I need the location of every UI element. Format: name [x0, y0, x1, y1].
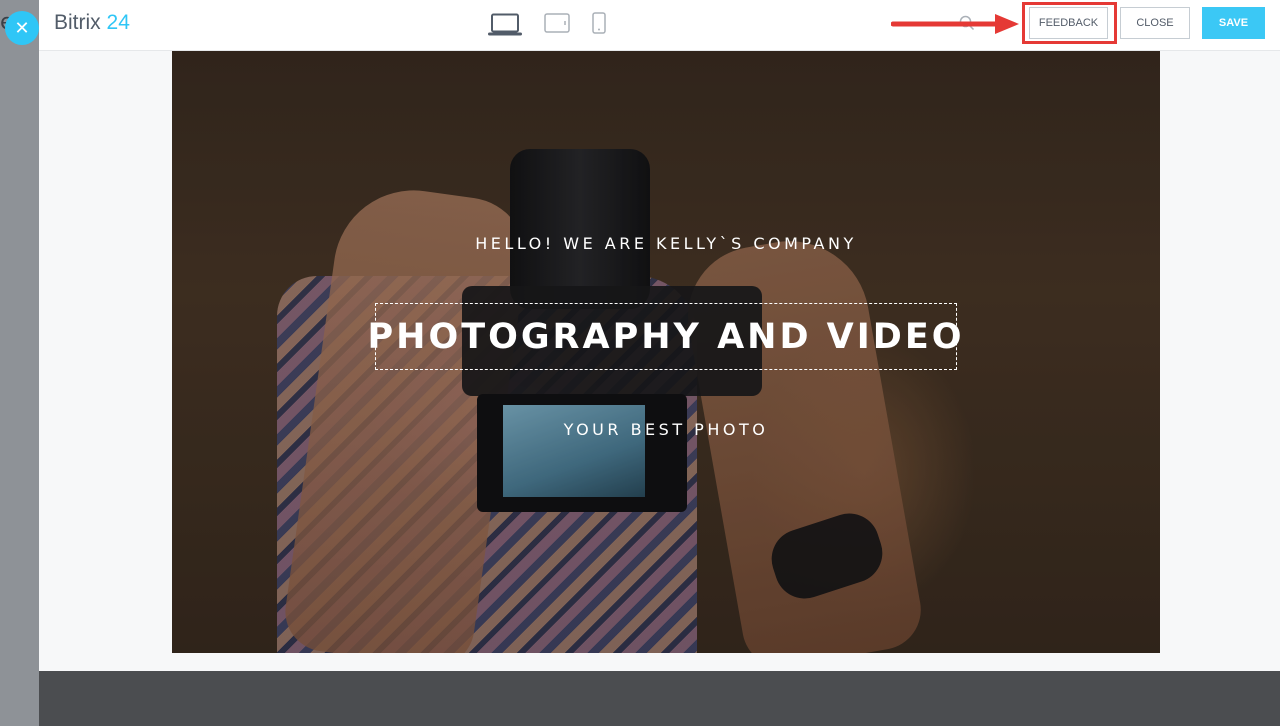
landing-editor-slider: Bitrix 24 FEEDBACK CLOSE SAVE HELLO! WE …	[39, 0, 1280, 726]
feedback-button[interactable]: FEEDBACK	[1029, 7, 1108, 39]
desktop-icon[interactable]	[487, 13, 523, 37]
next-block-dark	[39, 671, 1280, 726]
hero-title-editable[interactable]: PHOTOGRAPHY AND VIDEO	[368, 303, 962, 370]
mobile-icon[interactable]	[592, 12, 606, 34]
backdrop-strip: e	[0, 0, 39, 726]
save-button[interactable]: SAVE	[1202, 7, 1265, 39]
brand-logo: Bitrix 24	[54, 11, 130, 35]
brand-name: Bitrix	[54, 11, 101, 34]
hero-subtitle-bottom[interactable]: YOUR BEST PHOTO	[172, 420, 1160, 439]
hero-block[interactable]: HELLO! WE ARE KELLY`S COMPANY PHOTOGRAPH…	[172, 51, 1160, 653]
hero-subtitle-top[interactable]: HELLO! WE ARE KELLY`S COMPANY	[172, 234, 1160, 253]
editor-topbar: Bitrix 24 FEEDBACK CLOSE SAVE	[39, 0, 1280, 51]
hero-title[interactable]: PHOTOGRAPHY AND VIDEO	[368, 317, 965, 357]
close-button[interactable]: CLOSE	[1120, 7, 1190, 39]
brand-number: 24	[106, 11, 130, 34]
annotation-arrow	[890, 11, 1021, 42]
tablet-icon[interactable]	[544, 13, 570, 33]
close-slider-icon[interactable]: ✕	[5, 11, 39, 45]
